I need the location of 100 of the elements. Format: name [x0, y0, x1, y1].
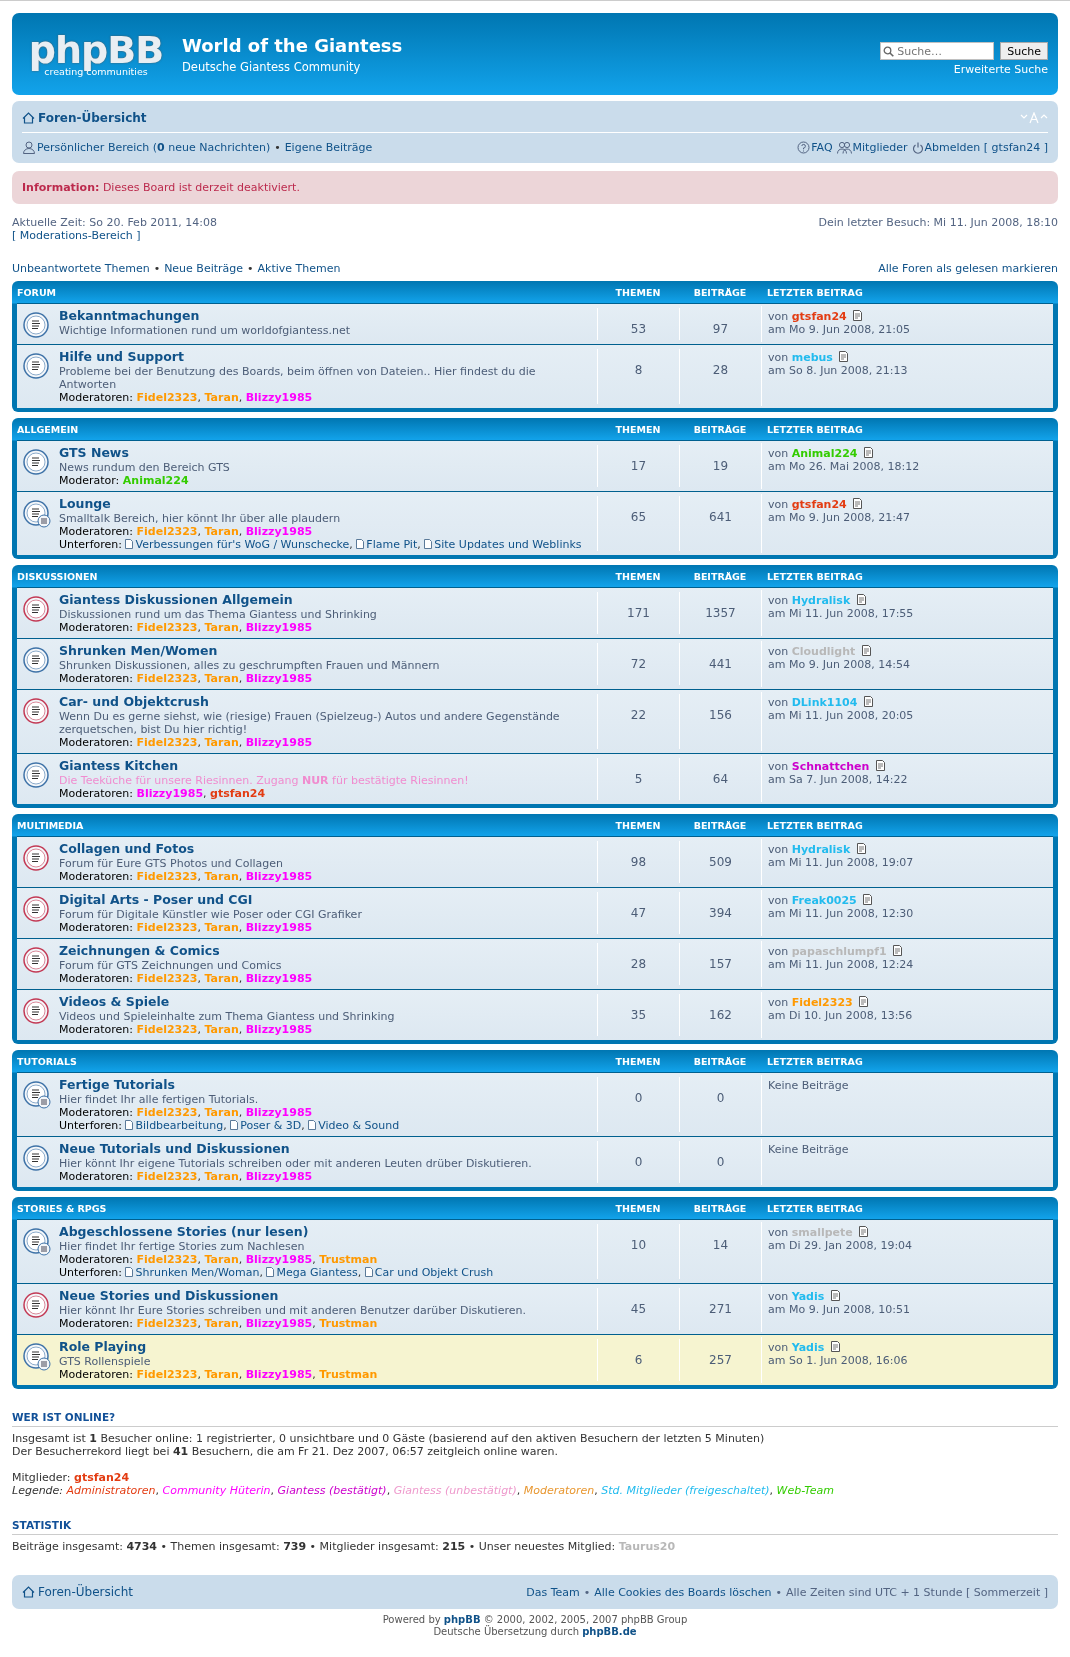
group-link[interactable]: Std. Mitglieder (freigeschaltet) — [601, 1484, 770, 1497]
username-link[interactable]: Schnattchen — [791, 760, 870, 773]
username-link[interactable]: Fidel2323 — [136, 1368, 198, 1381]
view-post-icon[interactable] — [855, 594, 867, 605]
group-link[interactable]: Administratoren — [66, 1484, 156, 1497]
username-link[interactable]: Taran — [204, 972, 239, 985]
forum-title-link[interactable]: Giantess Diskussionen Allgemein — [59, 592, 293, 608]
username-link[interactable]: Taurus20 — [618, 1540, 676, 1553]
forum-title-link[interactable]: Giantess Kitchen — [59, 758, 179, 774]
username-link[interactable]: Hydralisk — [791, 843, 851, 856]
subforum-link[interactable]: Video & Sound — [308, 1119, 400, 1132]
username-link[interactable]: Taran — [204, 1253, 239, 1266]
username-link[interactable]: Blizzy1985 — [245, 391, 313, 404]
view-post-icon[interactable] — [892, 945, 904, 956]
username-link[interactable]: DLink1104 — [791, 696, 858, 709]
forum-title-link[interactable]: Videos & Spiele — [59, 994, 170, 1010]
forum-title-link[interactable]: Bekanntmachungen — [59, 308, 200, 324]
username-link[interactable]: Fidel2323 — [136, 391, 198, 404]
username-link[interactable]: gtsfan24 — [74, 1471, 130, 1484]
username-link[interactable]: Yadis — [791, 1341, 825, 1354]
username-link[interactable]: Fidel2323 — [791, 996, 853, 1009]
view-post-icon[interactable] — [829, 1290, 841, 1301]
username-link[interactable]: Fidel2323 — [136, 1253, 198, 1266]
username-link[interactable]: smallpete — [791, 1226, 853, 1239]
forum-title-link[interactable]: Role Playing — [59, 1339, 147, 1355]
logout-link[interactable]: Abmelden [ gtsfan24 ] — [911, 141, 1048, 154]
category-title[interactable]: FORUM — [17, 286, 597, 298]
private-messages-link[interactable]: Persönlicher Bereich (0 neue Nachrichten) — [22, 141, 271, 154]
forum-title-link[interactable]: Lounge — [59, 496, 111, 512]
username-link[interactable]: Taran — [204, 1023, 239, 1036]
forum-title-link[interactable]: GTS News — [59, 445, 129, 461]
username-link[interactable]: gtsfan24 — [791, 310, 847, 323]
group-link[interactable]: Community Hüterin — [162, 1484, 271, 1497]
faq-link[interactable]: FAQ — [797, 141, 833, 154]
username-link[interactable]: Fidel2323 — [136, 1170, 198, 1183]
view-post-icon[interactable] — [874, 760, 886, 771]
forum-title-link[interactable]: Neue Tutorials und Diskussionen — [59, 1141, 290, 1157]
search-link[interactable]: Neue Beiträge — [164, 262, 244, 275]
username-link[interactable]: papaschlumpf1 — [791, 945, 887, 958]
subforum-link[interactable]: Mega Giantess — [266, 1266, 358, 1279]
moderation-link[interactable]: [ Moderations-Bereich ] — [12, 229, 141, 242]
forum-title-link[interactable]: Collagen und Fotos — [59, 841, 195, 857]
mark-read-link[interactable]: Alle Foren als gelesen markieren — [878, 262, 1058, 275]
forum-title-link[interactable]: Digital Arts - Poser und CGI — [59, 892, 253, 908]
username-link[interactable]: Blizzy1985 — [245, 870, 313, 883]
username-link[interactable]: Fidel2323 — [136, 736, 198, 749]
forum-title-link[interactable]: Neue Stories und Diskussionen — [59, 1288, 279, 1304]
username-link[interactable]: Blizzy1985 — [245, 1023, 313, 1036]
username-link[interactable]: Blizzy1985 — [245, 921, 313, 934]
username-link[interactable]: Blizzy1985 — [245, 672, 313, 685]
category-title[interactable]: TUTORIALS — [17, 1055, 597, 1067]
view-post-icon[interactable] — [858, 996, 870, 1007]
search-button[interactable]: Suche — [1000, 42, 1048, 60]
username-link[interactable]: Blizzy1985 — [245, 736, 313, 749]
view-post-icon[interactable] — [862, 696, 874, 707]
username-link[interactable]: Taran — [204, 1106, 239, 1119]
username-link[interactable]: Fidel2323 — [136, 870, 198, 883]
search-link[interactable]: Unbeantwortete Themen — [12, 262, 150, 275]
username-link[interactable]: mebus — [791, 351, 833, 364]
forum-title-link[interactable]: Car- und Objektcrush — [59, 694, 209, 710]
username-link[interactable]: Taran — [204, 672, 239, 685]
view-post-icon[interactable] — [862, 894, 874, 905]
username-link[interactable]: Fidel2323 — [136, 1023, 198, 1036]
subforum-link[interactable]: Site Updates und Weblinks — [424, 538, 582, 551]
credits-link[interactable]: phpBB.de — [582, 1626, 637, 1637]
search-field[interactable]: Suche… — [880, 42, 995, 60]
username-link[interactable]: Taran — [204, 736, 239, 749]
view-post-icon[interactable] — [852, 498, 864, 509]
username-link[interactable]: Fidel2323 — [136, 972, 198, 985]
username-link[interactable]: Blizzy1985 — [245, 1170, 313, 1183]
board-index-link[interactable]: Foren-Übersicht — [22, 1585, 133, 1599]
username-link[interactable]: Taran — [204, 921, 239, 934]
username-link[interactable]: Taran — [204, 1170, 239, 1183]
view-post-icon[interactable] — [855, 843, 867, 854]
forum-title-link[interactable]: Abgeschlossene Stories (nur lesen) — [59, 1224, 309, 1240]
group-link[interactable]: Giantess (bestätigt) — [277, 1484, 387, 1497]
category-title[interactable]: STORIES & RPGS — [17, 1202, 597, 1214]
view-post-icon[interactable] — [860, 645, 872, 656]
username-link[interactable]: Fidel2323 — [136, 921, 198, 934]
username-link[interactable]: Fidel2323 — [136, 672, 198, 685]
members-link[interactable]: Mitglieder — [836, 141, 908, 154]
forum-title-link[interactable]: Hilfe und Support — [59, 349, 184, 365]
username-link[interactable]: Blizzy1985 — [245, 1106, 313, 1119]
advanced-search-link[interactable]: Erweiterte Suche — [953, 63, 1048, 76]
board-index-link[interactable]: Foren-Übersicht — [22, 111, 147, 125]
username-link[interactable]: Taran — [204, 870, 239, 883]
forum-title-link[interactable]: Fertige Tutorials — [59, 1077, 175, 1093]
username-link[interactable]: Fidel2323 — [136, 621, 198, 634]
footer-link[interactable]: Das Team — [526, 1585, 580, 1599]
username-link[interactable]: Taran — [204, 1368, 239, 1381]
username-link[interactable]: Taran — [204, 621, 239, 634]
view-post-icon[interactable] — [862, 447, 874, 458]
username-link[interactable]: Trustman — [319, 1317, 378, 1330]
username-link[interactable]: Animal224 — [791, 447, 858, 460]
username-link[interactable]: Hydralisk — [791, 594, 851, 607]
forum-title-link[interactable]: Shrunken Men/Women — [59, 643, 218, 659]
username-link[interactable]: Cloudlight — [791, 645, 856, 658]
view-post-icon[interactable] — [858, 1226, 870, 1237]
subforum-link[interactable]: Car und Objekt Crush — [364, 1266, 494, 1279]
username-link[interactable]: Fidel2323 — [136, 1317, 198, 1330]
